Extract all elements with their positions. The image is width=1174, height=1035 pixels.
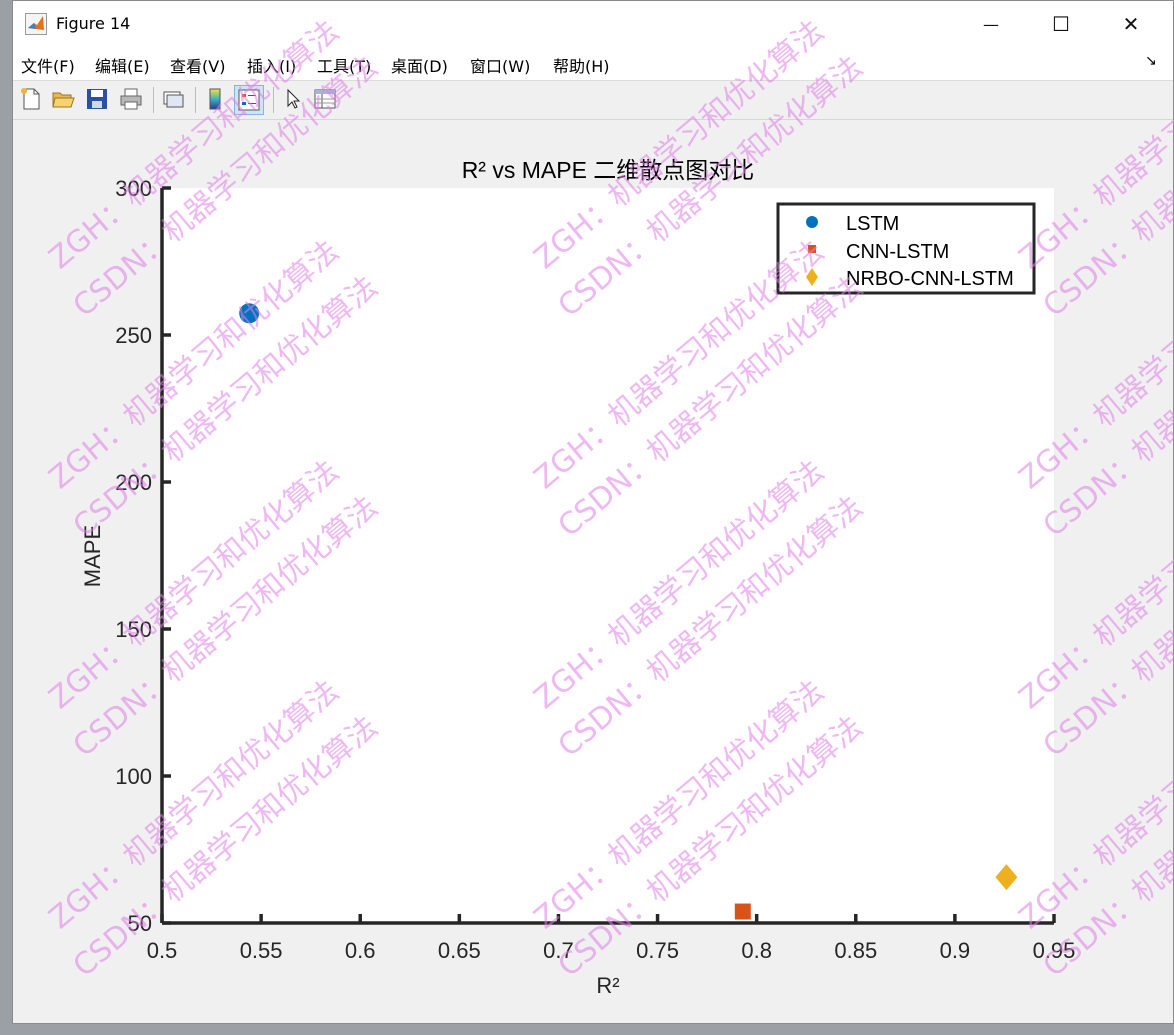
x-tick-label: 0.85 [834, 938, 877, 963]
legend-label-lstm: LSTM [846, 213, 899, 235]
y-tick-label: 250 [115, 323, 152, 348]
x-tick-label: 0.9 [940, 938, 971, 963]
legend-label-cnn-lstm: CNN-LSTM [846, 241, 949, 263]
x-axis-label: R² [596, 973, 619, 998]
legend-label-nrbo-cnn-lstm: NRBO-CNN-LSTM [846, 268, 1014, 290]
data-point-cnn-lstm [734, 903, 751, 920]
figure-canvas: R² vs MAPE 二维散点图对比 0.5 0.55 0.6 0.65 0.7 0.75… [43, 14, 1174, 998]
x-tick-label: 0.55 [240, 938, 283, 963]
x-tick-label: 0.5 [147, 938, 178, 963]
x-tick-label: 0.6 [345, 938, 376, 963]
legend-marker-lstm [806, 216, 818, 228]
x-tick-label: 0.65 [438, 938, 481, 963]
y-tick-label: 100 [115, 764, 152, 789]
x-tick-label: 0.8 [741, 938, 772, 963]
x-tick-label: 0.75 [636, 938, 679, 963]
